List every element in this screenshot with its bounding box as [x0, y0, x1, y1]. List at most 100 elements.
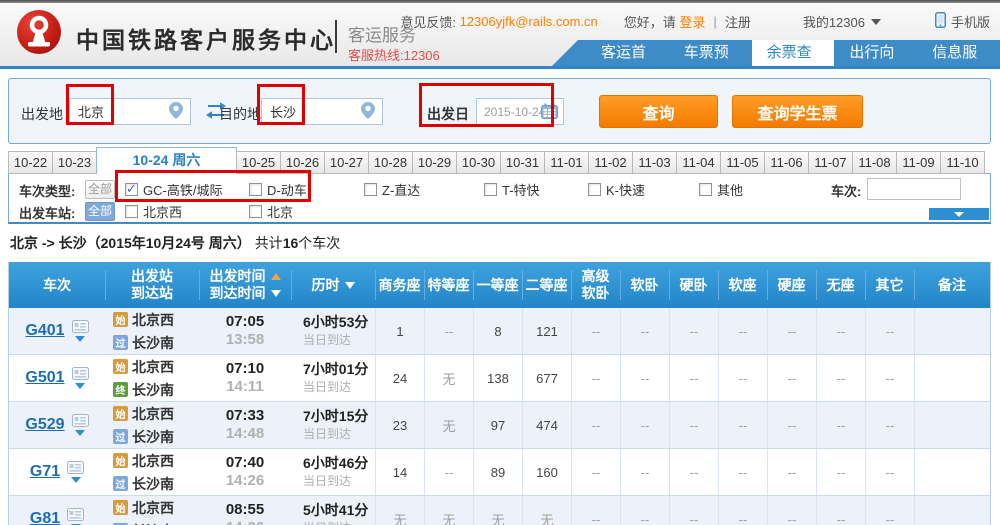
- date-tab[interactable]: 11-09: [896, 151, 941, 174]
- date-tab[interactable]: 10-23: [52, 151, 97, 174]
- seat-soft-sleeper: --: [620, 496, 669, 525]
- expand-row-icon[interactable]: [70, 477, 81, 483]
- train-link[interactable]: G501: [25, 369, 64, 387]
- expand-row-icon[interactable]: [75, 383, 86, 389]
- station-all-button[interactable]: 全部: [85, 202, 115, 221]
- date-tab[interactable]: 11-07: [808, 151, 853, 174]
- col-soft-seat: 软座: [718, 262, 767, 308]
- date-tab[interactable]: 10-28: [368, 151, 413, 174]
- checkbox-icon[interactable]: [699, 183, 712, 196]
- search-panel: 出发地 目的地 出发日 查询 查询学生票: [8, 78, 991, 144]
- pass-badge: 过: [113, 476, 128, 491]
- duration: 7小时01分: [303, 361, 369, 377]
- date-tab[interactable]: 11-06: [764, 151, 809, 174]
- seat-other: --: [865, 308, 914, 354]
- date-tab[interactable]: 10-22: [8, 151, 53, 174]
- train-no-input[interactable]: [867, 178, 961, 200]
- seat-business: 14: [375, 449, 424, 495]
- checkbox-icon[interactable]: [125, 205, 138, 218]
- type-checkbox-z[interactable]: Z-直达: [364, 180, 420, 199]
- mobile-version-link[interactable]: 手机版: [951, 12, 990, 31]
- type-checkbox-d[interactable]: D-动车: [249, 180, 307, 199]
- to-location-pin-icon[interactable]: [361, 102, 375, 124]
- seat-hard-sleeper: --: [669, 402, 718, 448]
- query-student-button[interactable]: 查询学生票: [732, 95, 863, 128]
- station-checkbox-beijing[interactable]: 北京: [249, 202, 293, 221]
- checkbox-checked-icon[interactable]: [125, 181, 138, 197]
- date-tab[interactable]: 10-31: [500, 151, 545, 174]
- query-button[interactable]: 查询: [599, 95, 718, 128]
- date-tab[interactable]: 10-25: [236, 151, 281, 174]
- sort-desc-icon[interactable]: [270, 290, 281, 297]
- date-tab[interactable]: 11-05: [720, 151, 765, 174]
- feedback-email-link[interactable]: 12306yjfk@rails.com.cn: [460, 14, 598, 29]
- chevron-down-icon[interactable]: [870, 18, 881, 25]
- expand-filters-button[interactable]: [929, 208, 989, 220]
- date-tab[interactable]: 11-02: [588, 151, 633, 174]
- checkbox-icon[interactable]: [364, 183, 377, 196]
- type-checkbox-other[interactable]: 其他: [699, 180, 743, 199]
- checkbox-icon[interactable]: [484, 183, 497, 196]
- date-tab[interactable]: 11-10: [940, 151, 985, 174]
- col-stations: 出发站 到达站: [105, 262, 199, 308]
- station-checkbox-beijingxi[interactable]: 北京西: [125, 202, 182, 221]
- to-label: 目的地: [219, 106, 261, 122]
- seat-info-card-icon[interactable]: [67, 508, 85, 521]
- date-tab[interactable]: 11-01: [544, 151, 589, 174]
- seat-premier: 无: [424, 402, 473, 448]
- calendar-icon[interactable]: [541, 103, 558, 124]
- date-tab[interactable]: 10-27: [324, 151, 369, 174]
- date-tab[interactable]: 11-08: [852, 151, 897, 174]
- pass-badge: 过: [113, 429, 128, 444]
- train-link[interactable]: G529: [25, 416, 64, 434]
- col-business: 商务座: [375, 262, 424, 308]
- type-checkbox-t[interactable]: T-特快: [484, 180, 540, 199]
- train-link[interactable]: G81: [30, 510, 60, 525]
- train-type-all-button[interactable]: 全部: [85, 180, 115, 199]
- train-link[interactable]: G401: [25, 322, 64, 340]
- nav-tab-travel-guide[interactable]: 出行向导: [834, 40, 917, 66]
- nav-tab-remaining-tickets[interactable]: 余票查询: [751, 40, 835, 66]
- seat-second: 121: [522, 308, 571, 354]
- expand-row-icon[interactable]: [75, 430, 86, 436]
- col-duration-sortable[interactable]: 历时: [291, 262, 375, 308]
- arrive-time: 14:11: [226, 378, 264, 395]
- depart-time: 08:55: [225, 501, 265, 518]
- sort-asc-icon[interactable]: [270, 273, 281, 280]
- sort-desc-icon[interactable]: [344, 281, 355, 289]
- seat-standing: --: [816, 449, 865, 495]
- my12306-menu[interactable]: 我的12306: [803, 12, 865, 31]
- from-location-pin-icon[interactable]: [169, 102, 183, 124]
- expand-row-icon[interactable]: [75, 336, 86, 342]
- nav-tab-booking[interactable]: 车票预订: [669, 40, 752, 66]
- seat-other: --: [865, 355, 914, 401]
- nav-tab-info-service[interactable]: 信息服务: [917, 40, 1000, 66]
- type-checkbox-k[interactable]: K-快速: [588, 180, 645, 199]
- summary-suffix: 个车次: [298, 235, 341, 251]
- type-checkbox-gc[interactable]: GC-高铁/城际: [125, 180, 222, 199]
- seat-hard-seat: --: [767, 402, 816, 448]
- date-tab[interactable]: 10-29: [412, 151, 457, 174]
- seat-info-card-icon[interactable]: [71, 414, 89, 427]
- seat-info-card-icon[interactable]: [67, 461, 85, 474]
- date-tab-active[interactable]: 10-24 周六: [96, 147, 237, 174]
- arrive-time: 14:26: [225, 472, 265, 489]
- nav-tab-home[interactable]: 客运首页: [586, 40, 669, 66]
- date-tab[interactable]: 11-04: [676, 151, 721, 174]
- date-tab[interactable]: 10-30: [456, 151, 501, 174]
- china-railway-logo-icon[interactable]: [16, 9, 62, 55]
- register-link[interactable]: 注册: [725, 12, 751, 31]
- col-times-sortable[interactable]: 出发时间 到达时间: [199, 262, 291, 308]
- date-tab[interactable]: 10-26: [280, 151, 325, 174]
- date-tab[interactable]: 11-03: [632, 151, 677, 174]
- table-header-row: 车次 出发站 到达站 出发时间 到达时间 历时 商务座 特等座 一等座 二等座 高…: [9, 262, 990, 308]
- seat-info-card-icon[interactable]: [71, 320, 89, 333]
- login-link[interactable]: 登录: [679, 12, 705, 31]
- depart-time: 07:10: [225, 360, 265, 377]
- checkbox-icon[interactable]: [249, 183, 262, 196]
- train-link[interactable]: G71: [30, 463, 60, 481]
- checkbox-icon[interactable]: [249, 205, 262, 218]
- checkbox-icon[interactable]: [588, 183, 601, 196]
- seat-info-card-icon[interactable]: [71, 367, 89, 380]
- col-standing: 无座: [816, 262, 865, 308]
